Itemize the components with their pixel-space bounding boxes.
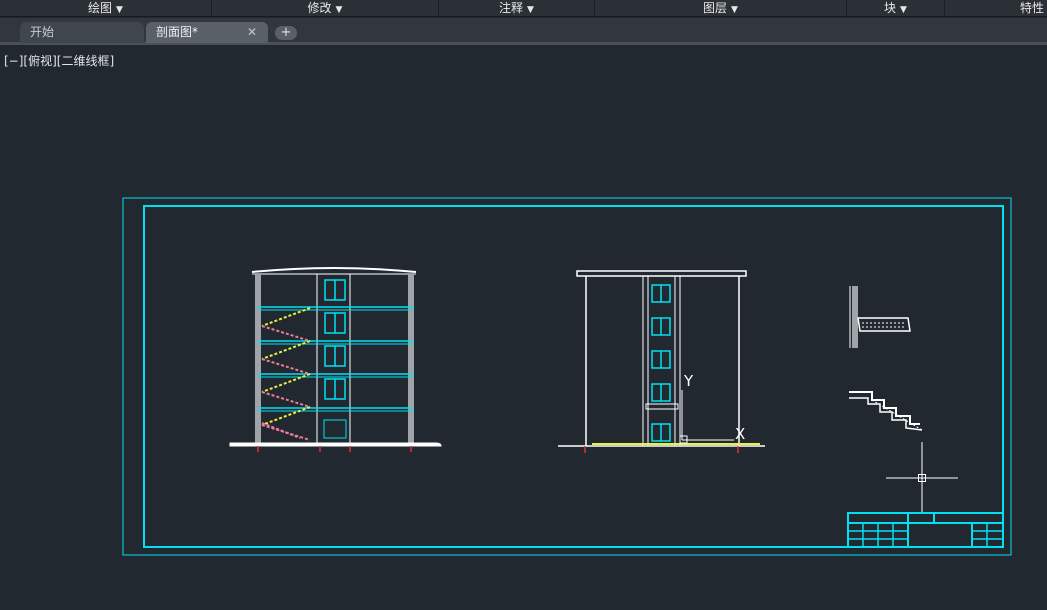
ucs-x-label: X [735,425,745,443]
ground-floor-door [323,419,347,439]
roof-parapet [576,270,747,277]
ucs-icon: Y X [679,372,745,444]
stair-flight-up [261,406,311,426]
stair-profile-detail[interactable] [849,391,923,431]
roof-line [251,267,417,273]
stair-flight-ground [261,422,301,439]
left-wall [255,274,261,446]
stair-flight-up [261,307,311,327]
stair-core-windows [651,284,671,442]
crosshair-cursor-icon [886,442,958,512]
title-block [847,512,1004,548]
building-elevation-drawing[interactable] [558,270,765,453]
building-section-drawing[interactable] [229,267,442,452]
entrance-canopy [645,403,679,410]
stair-flight-down [261,358,311,375]
ucs-y-label: Y [683,372,694,390]
ground-line [229,442,442,447]
stair-flight-down [261,325,311,342]
model-space-canvas[interactable]: Y X [0,0,1047,610]
stair-flight-down [261,391,311,408]
core-windows [324,279,346,400]
right-wall [408,274,414,446]
wall-bracket-detail[interactable] [849,286,911,348]
